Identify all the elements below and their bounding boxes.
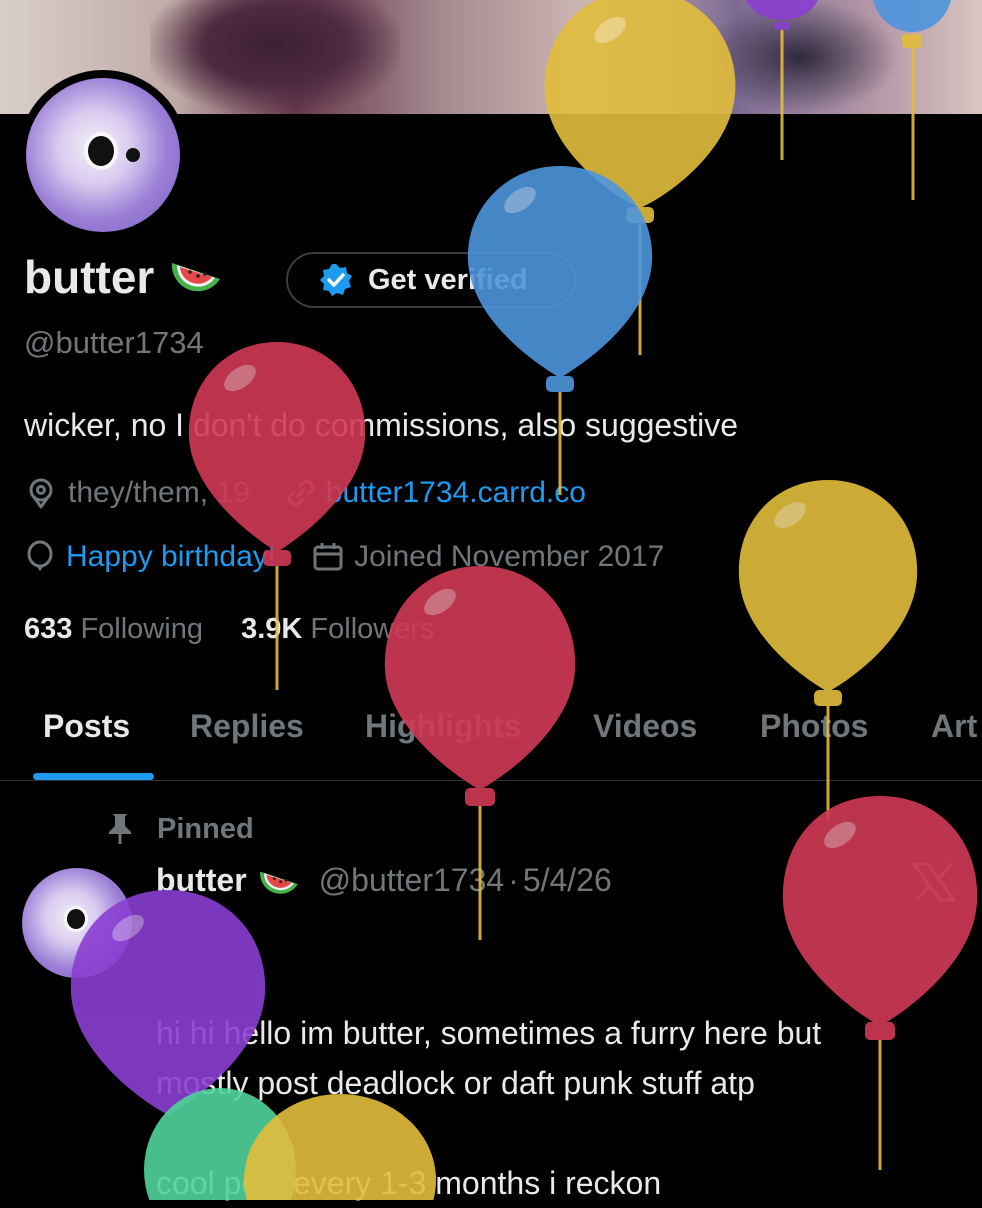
- active-tab-indicator: [33, 773, 154, 780]
- post-author-name[interactable]: butter: [156, 862, 247, 899]
- post-author-avatar[interactable]: [22, 868, 132, 978]
- profile-meta-row-1: they/them, 19 butter1734.carrd.co: [24, 476, 622, 510]
- followers-label: Followers: [310, 613, 435, 645]
- link-icon: [287, 479, 314, 507]
- website-link[interactable]: butter1734.carrd.co: [326, 476, 586, 510]
- following-link[interactable]: 633 Following: [24, 613, 203, 645]
- tab-posts[interactable]: Posts: [43, 708, 130, 745]
- banner-art-figure: [150, 0, 400, 114]
- tab-videos[interactable]: Videos: [593, 708, 697, 745]
- calendar-icon: [313, 543, 343, 571]
- profile-name-row: butter: [24, 250, 224, 304]
- post-line-3: cool post every 1-3 months i reckon: [156, 1165, 662, 1201]
- get-verified-button[interactable]: Get verified: [286, 252, 576, 308]
- verified-badge-icon: [318, 262, 354, 298]
- birthday-item[interactable]: Happy birthday!: [24, 540, 276, 574]
- watermelon-icon: [168, 255, 224, 300]
- tab-highlights[interactable]: Highlights: [365, 708, 521, 745]
- banner-art-figure-2: [700, 0, 900, 114]
- following-label: Following: [80, 613, 203, 645]
- birthday-text[interactable]: Happy birthday!: [66, 540, 276, 574]
- post-author-handle[interactable]: @butter1734: [319, 862, 505, 899]
- tab-art[interactable]: Art: [931, 708, 977, 745]
- get-verified-label: Get verified: [368, 263, 528, 296]
- pinned-text: Pinned: [157, 812, 254, 845]
- location-pin-icon: [29, 478, 53, 509]
- post-header: butter @butter1734 · 5/4/26: [156, 862, 612, 899]
- profile-name: butter: [24, 251, 155, 303]
- follow-stats: 633 Following 3.9K Followers: [24, 613, 435, 646]
- tab-photos[interactable]: Photos: [760, 708, 868, 745]
- post-separator: ·: [508, 862, 519, 898]
- followers-count: 3.9K: [241, 613, 303, 645]
- x-logo-icon: [911, 862, 957, 912]
- profile-handle: @butter1734: [24, 325, 204, 360]
- following-count: 633: [24, 613, 73, 645]
- watermelon-icon: [257, 865, 301, 897]
- post-line-1: hi hi hello im butter, sometimes a furry…: [156, 1015, 822, 1051]
- avatar-eye: [64, 906, 88, 932]
- followers-link[interactable]: 3.9K Followers: [241, 613, 434, 645]
- post-text: hi hi hello im butter, sometimes a furry…: [156, 1008, 821, 1208]
- avatar-image: [26, 78, 180, 232]
- joined-text: Joined November 2017: [354, 540, 665, 573]
- balloon-icon: [27, 540, 53, 571]
- joined-item: Joined November 2017: [312, 540, 664, 574]
- pinned-label-row: Pinned: [105, 812, 254, 846]
- location-item: they/them, 19: [24, 476, 250, 510]
- tab-replies[interactable]: Replies: [190, 708, 304, 745]
- profile-avatar[interactable]: [18, 70, 188, 240]
- balloon-blue-1: [467, 166, 653, 495]
- profile-meta-row-2: Happy birthday! Joined November 2017: [24, 540, 700, 574]
- profile-bio: wicker, no I don't do commissions, also …: [24, 407, 738, 443]
- post-date[interactable]: 5/4/26: [523, 862, 612, 899]
- profile-tabs: Posts Replies Highlights Videos Photos A…: [0, 700, 982, 781]
- post-line-2: mostly post deadlock or daft punk stuff …: [156, 1065, 755, 1101]
- pin-icon: [109, 814, 131, 844]
- website-item[interactable]: butter1734.carrd.co: [286, 476, 586, 510]
- avatar-eye-2: [126, 148, 140, 162]
- avatar-eye: [84, 132, 118, 170]
- location-text: they/them, 19: [68, 476, 250, 509]
